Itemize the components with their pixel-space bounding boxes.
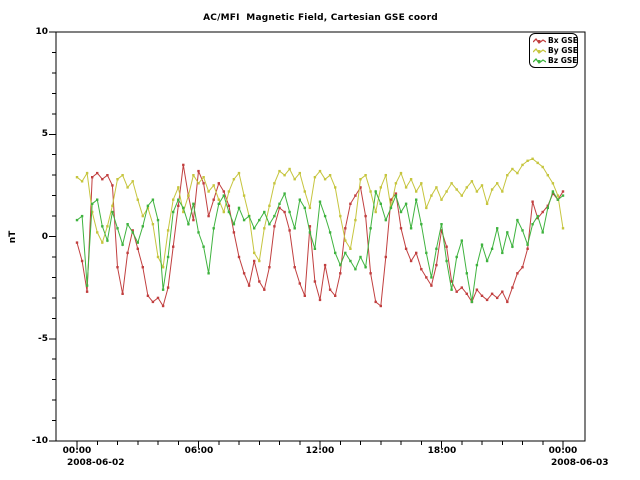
x-tick-label-0000a: 00:00 (55, 446, 99, 456)
y-tick-label-5: 5 (16, 129, 48, 139)
legend-item-bx: Bx GSE (533, 36, 575, 45)
plot-window: AC/MFI Magnetic Field, Cartesian GSE coo… (0, 0, 640, 480)
legend-label-bx: Bx GSE (548, 36, 578, 45)
chart-canvas (0, 0, 640, 480)
legend-label-by: By GSE (548, 46, 578, 55)
legend-label-bz: Bz GSE (548, 56, 577, 65)
bx-line-swatch-icon (533, 37, 546, 45)
y-tick-label-neg10: -10 (16, 436, 48, 446)
end-date-label: 2008-06-03 (551, 458, 609, 468)
y-tick-label-10: 10 (16, 27, 48, 37)
y-tick-label-neg5: -5 (16, 334, 48, 344)
x-tick-label-1200: 12:00 (298, 446, 342, 456)
bz-line-swatch-icon (533, 57, 546, 65)
legend-box: Bx GSE By GSE Bz GSE (529, 33, 578, 68)
by-line-swatch-icon (533, 47, 546, 55)
chart-title: AC/MFI Magnetic Field, Cartesian GSE coo… (56, 13, 585, 23)
legend-item-bz: Bz GSE (533, 56, 575, 65)
x-tick-label-0600: 06:00 (177, 446, 221, 456)
x-tick-label-1800: 18:00 (420, 446, 464, 456)
y-tick-label-0: 0 (16, 232, 48, 242)
start-date-label: 2008-06-02 (67, 458, 125, 468)
legend-item-by: By GSE (533, 46, 575, 55)
x-tick-label-0000b: 00:00 (541, 446, 585, 456)
